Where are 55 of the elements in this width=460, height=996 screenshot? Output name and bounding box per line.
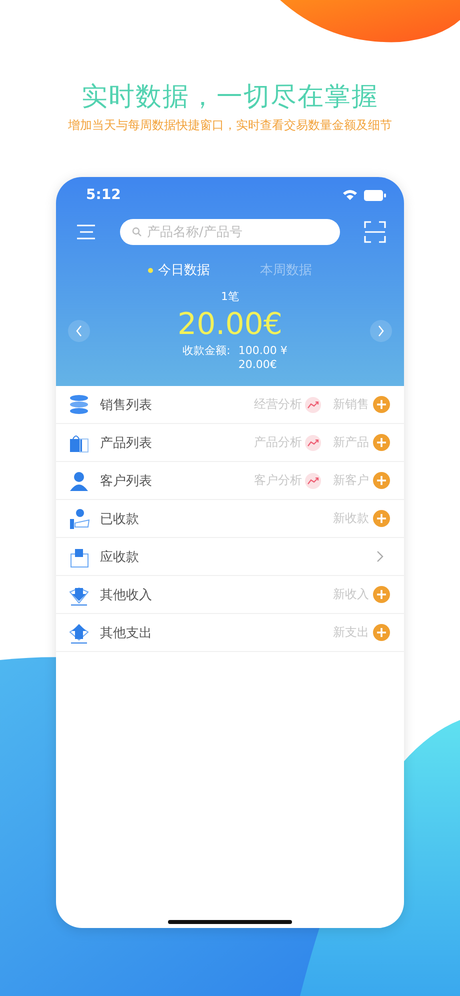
add-link[interactable]: 新收入	[333, 586, 369, 603]
plus-icon[interactable]	[373, 586, 390, 603]
analysis-link[interactable]: 经营分析	[254, 396, 302, 413]
menu-row[interactable]: 产品列表 产品分析 新产品	[56, 424, 404, 462]
row-label: 其他收入	[100, 586, 152, 604]
add-link[interactable]: 新支出	[333, 624, 369, 641]
trend-icon[interactable]	[305, 434, 321, 450]
menu-row[interactable]: 已收款 新收款	[56, 500, 404, 538]
search-field[interactable]: 产品名称/产品号	[120, 219, 340, 245]
received-value: 100.00 ¥	[238, 344, 288, 358]
row-label: 客户列表	[100, 472, 152, 490]
analysis-link[interactable]: 产品分析	[254, 434, 302, 451]
menu-row[interactable]: 其他收入 新收入	[56, 576, 404, 614]
menu-row[interactable]: 销售列表 经营分析 新销售	[56, 386, 404, 424]
person-icon	[68, 470, 90, 492]
row-label: 其他支出	[100, 624, 152, 642]
row-label: 已收款	[100, 510, 139, 528]
trend-icon[interactable]	[305, 396, 321, 412]
menu-row[interactable]: 应收款	[56, 538, 404, 576]
battery-icon	[364, 190, 386, 200]
add-link[interactable]: 新产品	[333, 434, 369, 451]
plus-icon[interactable]	[373, 472, 390, 489]
plus-icon[interactable]	[373, 396, 390, 413]
chevron-left-icon	[75, 324, 83, 336]
trend-icon[interactable]	[305, 472, 321, 488]
plus-icon[interactable]	[373, 434, 390, 451]
add-link[interactable]: 新收款	[333, 510, 369, 527]
menu-row[interactable]: 客户列表 客户分析 新客户	[56, 462, 404, 500]
wifi-icon	[342, 189, 358, 201]
received-value: 20.00€	[238, 358, 278, 372]
data-tab[interactable]: 今日数据	[148, 261, 210, 279]
previous-button[interactable]	[68, 320, 90, 342]
row-label: 应收款	[100, 548, 139, 566]
plus-icon[interactable]	[373, 510, 390, 527]
analysis-link[interactable]: 客户分析	[254, 472, 302, 489]
received-label: 收款金额:	[182, 344, 230, 359]
chevron-icon[interactable]	[376, 550, 384, 563]
status-time: 5:12	[86, 187, 121, 203]
chevron-right-icon	[376, 324, 385, 336]
transaction-count: 1笔	[220, 289, 239, 304]
plus-icon[interactable]	[373, 624, 390, 641]
subheadline: 增加当天与每周数据快捷窗口，实时查看交易数量金额及细节	[68, 117, 392, 133]
headline: 实时数据，一切尽在掌握	[82, 81, 378, 114]
scan-icon[interactable]	[364, 221, 386, 243]
menu-row[interactable]: 其他支出 新支出	[56, 614, 404, 652]
add-link[interactable]: 新客户	[333, 472, 369, 489]
row-label: 销售列表	[100, 396, 152, 414]
total-amount: 20.00€	[178, 306, 282, 344]
next-button[interactable]	[370, 320, 392, 342]
data-tab[interactable]: 本周数据	[260, 261, 312, 279]
search-icon	[132, 227, 142, 237]
menu-icon[interactable]	[76, 224, 96, 240]
row-label: 产品列表	[100, 434, 152, 452]
add-link[interactable]: 新销售	[333, 396, 369, 413]
coins-icon	[68, 394, 90, 416]
